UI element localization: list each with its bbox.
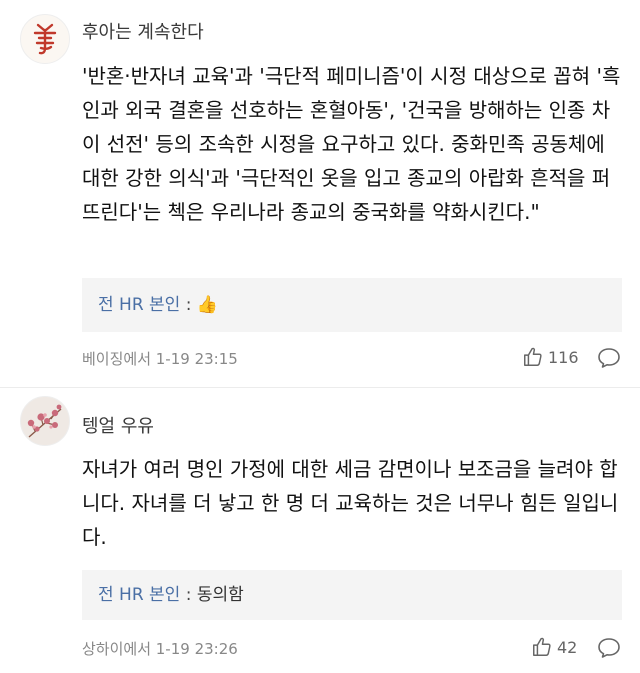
reply-button[interactable] xyxy=(597,347,621,373)
speech-bubble-icon xyxy=(598,638,620,658)
thumbs-up-icon xyxy=(524,347,542,366)
avatar[interactable] xyxy=(20,396,70,446)
reply-separator: : xyxy=(185,295,192,315)
reply-box[interactable]: 전 HR 본인 : 동의함 xyxy=(82,570,622,620)
speech-bubble-icon xyxy=(598,348,620,368)
like-button[interactable]: 116 xyxy=(522,346,579,368)
reply-username[interactable]: 전 HR 본인 xyxy=(98,295,180,315)
avatar[interactable] xyxy=(20,14,70,64)
comment-text: '반혼·반자녀 교육'과 '극단적 페미니즘'이 시정 대상으로 꼽혀 '흑인과… xyxy=(82,64,621,224)
reply-button[interactable] xyxy=(597,637,621,663)
like-count: 42 xyxy=(557,637,578,657)
location-time: 베이징에서 1-19 23:15 xyxy=(82,350,238,368)
flower-avatar-icon xyxy=(21,397,69,445)
thumbs-up-emoji-icon: 👍 xyxy=(196,295,219,315)
comment-item: 텡얼 우유 자녀가 여러 명인 가정에 대한 세금 감면이나 보조금을 늘려야 … xyxy=(0,388,640,673)
reply-username[interactable]: 전 HR 본인 xyxy=(98,585,180,605)
location-time: 상하이에서 1-19 23:26 xyxy=(82,640,238,658)
comment-item: 후아는 계속한다 '반혼·반자녀 교육'과 '극단적 페미니즘'이 시정 대상으… xyxy=(0,0,640,388)
username[interactable]: 텡얼 우유 xyxy=(82,412,154,438)
comment-text: 자녀가 여러 명인 가정에 대한 세금 감면이나 보조금을 늘려야 합니다. 자… xyxy=(82,457,619,549)
like-button[interactable]: 42 xyxy=(531,636,577,658)
username[interactable]: 후아는 계속한다 xyxy=(82,18,204,44)
seal-logo-icon xyxy=(33,23,57,55)
reply-box[interactable]: 전 HR 본인 : 👍 xyxy=(82,278,622,332)
reply-separator: : xyxy=(185,585,197,605)
thumbs-up-icon xyxy=(533,637,551,656)
reply-text: 동의함 xyxy=(196,585,244,605)
like-count: 116 xyxy=(548,347,579,367)
